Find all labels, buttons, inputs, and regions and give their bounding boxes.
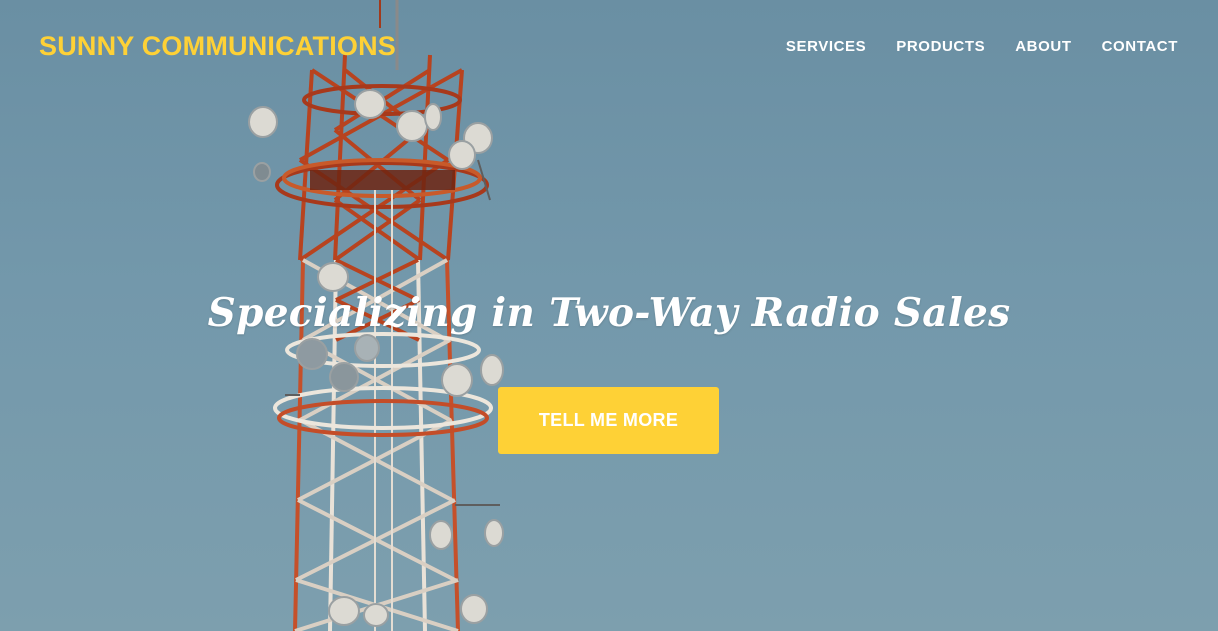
brand-logo-link[interactable]: SUNNY COMMUNICATIONS: [39, 31, 396, 62]
hero-section: SUNNY COMMUNICATIONS SERVICES PRODUCTS A…: [0, 0, 1218, 631]
nav-link-about[interactable]: ABOUT: [1015, 38, 1071, 55]
nav-item-contact: CONTACT: [1102, 38, 1178, 56]
navbar: SUNNY COMMUNICATIONS SERVICES PRODUCTS A…: [0, 0, 1218, 95]
nav-item-about: ABOUT: [1015, 38, 1071, 56]
nav-link-contact[interactable]: CONTACT: [1102, 38, 1178, 55]
tell-me-more-button[interactable]: TELL ME MORE: [498, 387, 719, 454]
main-nav: SERVICES PRODUCTS ABOUT CONTACT: [786, 38, 1178, 56]
nav-item-services: SERVICES: [786, 38, 866, 56]
nav-link-products[interactable]: PRODUCTS: [896, 38, 985, 55]
nav-item-products: PRODUCTS: [896, 38, 985, 56]
hero-headline: Specializing in Two-Way Radio Sales: [207, 290, 1011, 336]
nav-link-services[interactable]: SERVICES: [786, 38, 866, 55]
